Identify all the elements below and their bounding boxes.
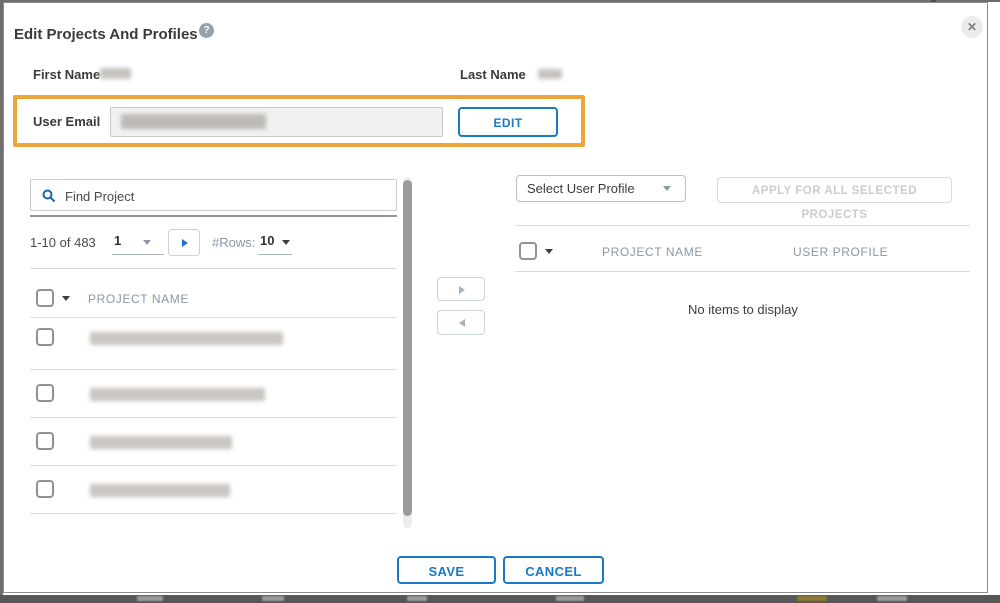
project-row-checkbox[interactable] <box>36 432 54 450</box>
select-all-checkbox[interactable] <box>36 289 54 307</box>
rows-per-page-label: #Rows: <box>212 235 255 250</box>
next-page-button[interactable] <box>168 229 200 256</box>
project-name-redacted <box>90 436 232 449</box>
save-button[interactable]: SAVE <box>397 556 496 584</box>
divider <box>30 317 397 318</box>
arrow-right-icon <box>182 239 188 247</box>
divider <box>30 369 397 370</box>
search-input[interactable] <box>63 184 387 208</box>
project-row-checkbox[interactable] <box>36 480 54 498</box>
last-name-label: Last Name <box>460 67 526 82</box>
help-icon[interactable]: ? <box>199 23 214 38</box>
background-page-bottom-band <box>0 595 1000 603</box>
page-number-select[interactable]: 1 <box>114 233 121 248</box>
cancel-button[interactable]: CANCEL <box>503 556 604 584</box>
scrollbar-thumb[interactable] <box>403 180 412 516</box>
email-value-redacted <box>121 114 266 129</box>
divider <box>30 417 397 418</box>
chevron-down-icon[interactable] <box>62 296 70 301</box>
first-name-label: First Name <box>33 67 100 82</box>
apply-all-button[interactable]: APPLY FOR ALL SELECTED PROJECTS <box>717 177 952 203</box>
project-search-box[interactable] <box>30 179 397 211</box>
project-name-column-header: PROJECT NAME <box>88 292 189 306</box>
divider <box>515 225 970 226</box>
last-name-value-redacted <box>538 69 562 79</box>
divider <box>30 268 397 269</box>
user-profile-select-value: Select User Profile <box>527 181 635 196</box>
email-label: User Email <box>33 114 100 129</box>
project-row-checkbox[interactable] <box>36 384 54 402</box>
edit-button[interactable]: EDIT <box>458 107 558 137</box>
project-name-column-header: PROJECT NAME <box>602 245 703 259</box>
chevron-down-icon[interactable] <box>545 249 553 254</box>
chevron-down-icon[interactable] <box>282 240 290 245</box>
user-profile-column-header: USER PROFILE <box>793 245 888 259</box>
divider <box>30 465 397 466</box>
divider <box>112 254 164 255</box>
first-name-value-redacted <box>100 68 131 79</box>
background-blurred-text <box>556 596 584 601</box>
user-profile-select[interactable]: Select User Profile <box>516 175 686 202</box>
chevron-down-icon[interactable] <box>143 240 151 245</box>
background-blurred-text <box>407 596 427 601</box>
divider <box>30 513 397 514</box>
select-all-checkbox[interactable] <box>519 242 537 260</box>
divider <box>258 254 292 255</box>
background-blurred-text <box>797 596 827 601</box>
search-icon <box>42 189 56 203</box>
chevron-down-icon[interactable] <box>663 186 671 191</box>
rows-per-page-select[interactable]: 10 <box>260 233 274 248</box>
dialog-title: Edit Projects And Profiles <box>14 26 198 43</box>
project-row-checkbox[interactable] <box>36 328 54 346</box>
background-blurred-text <box>262 596 284 601</box>
background-blurred-text <box>137 596 163 601</box>
divider <box>30 215 397 217</box>
move-right-button[interactable] <box>437 277 485 301</box>
empty-list-message: No items to display <box>688 302 798 317</box>
background-blurred-text <box>877 596 907 601</box>
move-left-button[interactable] <box>437 310 485 335</box>
close-icon[interactable]: ✕ <box>961 16 983 38</box>
pagination-range: 1-10 of 483 <box>30 235 96 250</box>
project-name-redacted <box>90 388 265 401</box>
project-name-redacted <box>90 332 283 345</box>
project-name-redacted <box>90 484 230 497</box>
divider <box>515 271 970 272</box>
arrow-left-icon <box>459 319 465 327</box>
arrow-right-icon <box>459 286 465 294</box>
screen: Edit Projects And Profiles ? ✕ First Nam… <box>0 0 1000 603</box>
